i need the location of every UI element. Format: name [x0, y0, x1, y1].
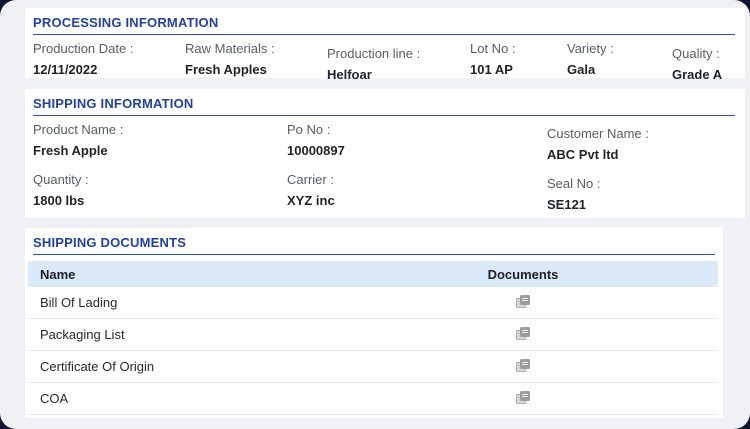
shipping-fields-row-2: Quantity : 1800 lbs Carrier : XYZ inc Se… — [33, 172, 735, 212]
field-raw-materials: Raw Materials : Fresh Apples — [185, 41, 327, 82]
document-name: COA — [40, 391, 69, 406]
documents-table-header: Name Documents — [28, 261, 718, 287]
field-label: Production Date : — [33, 41, 134, 56]
field-value: 101 AP — [470, 62, 513, 77]
field-label: Product Name : — [33, 122, 124, 137]
page-frame: PROCESSING INFORMATION Production Date :… — [0, 0, 750, 429]
field-label: Lot No : — [470, 41, 516, 56]
field-label: Seal No : — [547, 176, 601, 191]
field-value: 1800 lbs — [33, 193, 85, 208]
table-row: Bill Of Lading — [28, 287, 718, 319]
field-value: Helfoar — [327, 67, 372, 82]
field-production-line: Production line : Helfoar — [327, 41, 470, 82]
field-quality: Quality : Grade A — [672, 41, 735, 82]
shipping-fields-row-1: Product Name : Fresh Apple Po No : 10000… — [33, 122, 735, 162]
document-file-icon — [516, 294, 530, 308]
field-label: Quality : — [672, 46, 720, 61]
field-value: ABC Pvt ltd — [547, 147, 619, 162]
document-name: Bill Of Lading — [40, 295, 118, 310]
document-open-button[interactable] — [516, 358, 530, 372]
field-lot-no: Lot No : 101 AP — [470, 41, 567, 82]
field-quantity: Quantity : 1800 lbs — [33, 172, 287, 212]
field-label: Raw Materials : — [185, 41, 275, 56]
field-label: Customer Name : — [547, 126, 649, 141]
document-file-icon — [516, 390, 530, 404]
document-file-icon — [516, 358, 530, 372]
field-value: Gala — [567, 62, 596, 77]
field-variety: Variety : Gala — [567, 41, 672, 82]
field-value: 10000897 — [287, 143, 345, 158]
shipping-documents-section: SHIPPING DOCUMENTS Name Documents Bill O… — [25, 228, 723, 418]
field-label: Quantity : — [33, 172, 89, 187]
column-header-documents: Documents — [487, 266, 559, 282]
field-label: Variety : — [567, 41, 614, 56]
document-open-button[interactable] — [516, 326, 530, 340]
table-row: Packaging List — [28, 319, 718, 351]
document-open-button[interactable] — [516, 390, 530, 404]
table-row: COA — [28, 383, 718, 415]
document-name: Packaging List — [40, 327, 125, 342]
document-open-button[interactable] — [516, 294, 530, 308]
field-value: Grade A — [672, 67, 723, 82]
field-value: Fresh Apple — [33, 143, 108, 158]
shipping-information-section: SHIPPING INFORMATION Product Name : Fres… — [25, 89, 745, 218]
field-seal-no: Seal No : SE121 — [547, 172, 735, 212]
table-row: Certificate Of Origin — [28, 351, 718, 383]
processing-information-section: PROCESSING INFORMATION Production Date :… — [25, 8, 745, 82]
field-customer-name: Customer Name : ABC Pvt ltd — [547, 122, 735, 162]
field-label: Carrier : — [287, 172, 334, 187]
field-po-no: Po No : 10000897 — [287, 122, 547, 162]
field-product-name: Product Name : Fresh Apple — [33, 122, 287, 162]
processing-fields: Production Date : 12/11/2022 Raw Materia… — [33, 41, 735, 82]
field-value: XYZ inc — [287, 193, 335, 208]
field-label: Po No : — [287, 122, 331, 137]
field-value: Fresh Apples — [185, 62, 267, 77]
document-name: Certificate Of Origin — [40, 359, 155, 374]
field-production-date: Production Date : 12/11/2022 — [33, 41, 185, 82]
field-carrier: Carrier : XYZ inc — [287, 172, 547, 212]
documents-table: Name Documents Bill Of Lading Packaging … — [28, 261, 718, 415]
column-header-name: Name — [40, 266, 76, 282]
document-file-icon — [516, 326, 530, 340]
shipping-section-title: SHIPPING INFORMATION — [33, 96, 735, 116]
field-value: SE121 — [547, 197, 587, 212]
field-label: Production line : — [327, 46, 421, 61]
processing-section-title: PROCESSING INFORMATION — [33, 15, 735, 35]
field-value: 12/11/2022 — [33, 62, 98, 77]
documents-section-title: SHIPPING DOCUMENTS — [33, 235, 715, 255]
